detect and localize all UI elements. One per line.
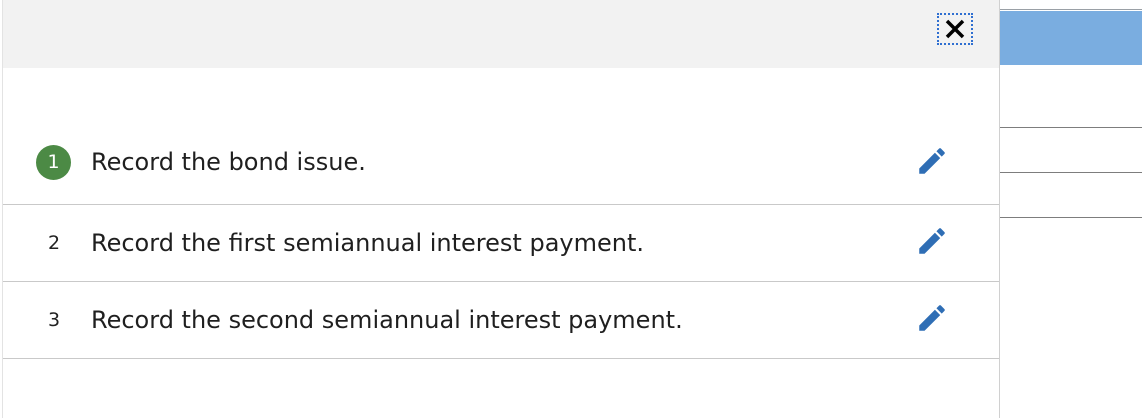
task-list: 1 Record the bond issue. 2 Record the fi…: [3, 128, 999, 359]
background-divider: [1000, 127, 1142, 128]
background-page: [1000, 0, 1142, 418]
task-number: 2: [47, 232, 61, 254]
task-label: Record the first semiannual interest pay…: [91, 229, 644, 257]
background-divider: [1000, 9, 1142, 10]
background-divider: [1000, 172, 1142, 173]
background-divider: [1000, 217, 1142, 218]
close-icon: [945, 19, 965, 39]
task-row-1[interactable]: 1 Record the bond issue.: [3, 128, 999, 205]
task-number-badge: 1: [36, 145, 71, 180]
task-list-dialog: 1 Record the bond issue. 2 Record the fi…: [2, 0, 1000, 418]
pencil-icon: [919, 228, 945, 254]
task-row-3[interactable]: 3 Record the second semiannual interest …: [3, 282, 999, 359]
pencil-icon: [919, 148, 945, 174]
edit-button[interactable]: [915, 301, 949, 335]
task-label: Record the second semiannual interest pa…: [91, 306, 683, 334]
task-number: 3: [47, 309, 61, 331]
edit-button[interactable]: [915, 224, 949, 258]
task-row-2[interactable]: 2 Record the first semiannual interest p…: [3, 205, 999, 282]
edit-button[interactable]: [915, 144, 949, 178]
background-header-bar: [1000, 11, 1142, 65]
pencil-icon: [919, 305, 945, 331]
dialog-header: [3, 0, 999, 68]
task-label: Record the bond issue.: [91, 148, 366, 176]
close-button[interactable]: [937, 13, 973, 45]
